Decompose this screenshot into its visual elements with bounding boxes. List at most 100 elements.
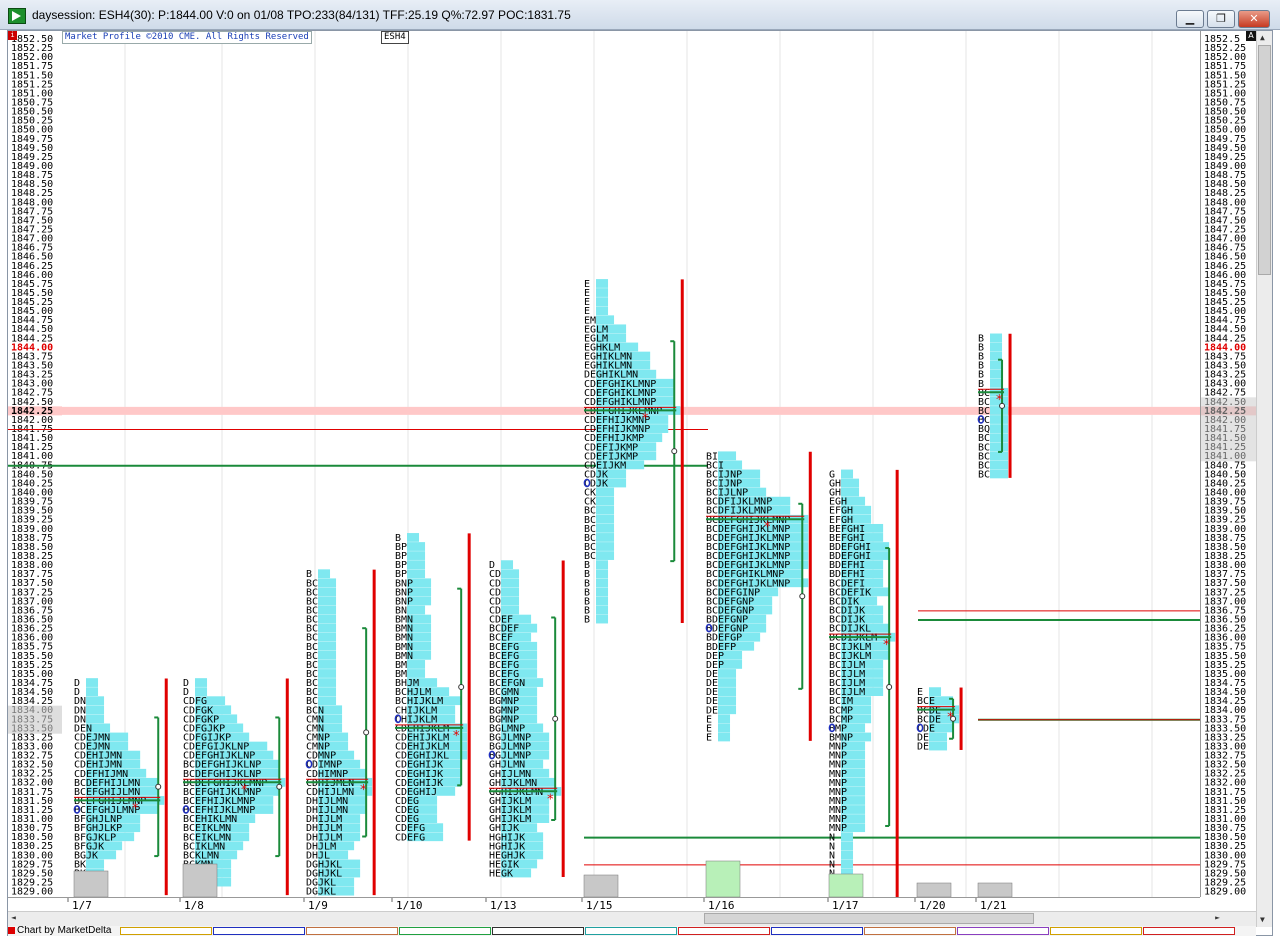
session-mid-marker bbox=[671, 448, 678, 455]
volume-bar-2 bbox=[583, 874, 619, 897]
profile-histogram-bar bbox=[596, 596, 609, 606]
horizontal-scrollbar[interactable]: ◄ ► bbox=[8, 911, 1256, 926]
status-tab[interactable] bbox=[120, 927, 212, 935]
profile-session-1-16: BIBCIBCIJNPBCIJNPBCIJLNPBCDFIJKLMNPBCDFI… bbox=[705, 451, 812, 743]
profile-histogram-bar bbox=[318, 632, 337, 642]
profile-histogram-bar bbox=[990, 378, 1003, 388]
volume-bar-1 bbox=[182, 863, 218, 897]
session-mid-marker bbox=[799, 593, 806, 600]
status-tab[interactable] bbox=[1050, 927, 1142, 935]
profile-histogram-bar bbox=[501, 596, 520, 606]
profile-histogram-bar bbox=[841, 859, 854, 869]
status-tab[interactable] bbox=[399, 927, 491, 935]
profile-histogram-bar bbox=[990, 369, 1003, 379]
profile-histogram-bar bbox=[841, 469, 854, 479]
volume-bar-6 bbox=[977, 882, 1013, 897]
horizontal-scroll-thumb[interactable] bbox=[704, 913, 1034, 924]
profile-histogram-bar bbox=[596, 279, 609, 288]
profile-histogram-bar bbox=[407, 660, 426, 669]
single-print-star: * bbox=[996, 393, 1003, 408]
tpo-letters: DE bbox=[917, 742, 929, 753]
profile-histogram-bar bbox=[596, 505, 615, 515]
profile-histogram-bar bbox=[718, 705, 737, 715]
profile-histogram-bar bbox=[318, 669, 337, 678]
profile-histogram-bar bbox=[718, 669, 737, 678]
profile-histogram-bar bbox=[318, 578, 337, 588]
profile-histogram-bar bbox=[596, 288, 609, 297]
profile-histogram-bar bbox=[501, 605, 520, 615]
symbol-tag[interactable]: ESH4 bbox=[381, 31, 409, 44]
status-tab[interactable] bbox=[585, 927, 677, 935]
status-tab[interactable] bbox=[678, 927, 770, 935]
scroll-down-icon[interactable]: ▼ bbox=[1260, 916, 1265, 924]
status-tab[interactable] bbox=[864, 927, 956, 935]
status-tab[interactable] bbox=[1143, 927, 1235, 935]
profile-histogram-bar bbox=[407, 605, 426, 615]
status-tab[interactable] bbox=[771, 927, 863, 935]
info-corner-icon[interactable]: i bbox=[8, 31, 17, 40]
status-bar: Chart by MarketDelta bbox=[8, 926, 1256, 936]
vertical-scroll-thumb[interactable] bbox=[1258, 45, 1271, 275]
status-tab[interactable] bbox=[306, 927, 398, 935]
profile-histogram-bar bbox=[501, 569, 520, 579]
volume-bar-5 bbox=[916, 882, 952, 897]
tpo-letters: DGJKL bbox=[306, 887, 336, 897]
profile-histogram-bar bbox=[596, 496, 615, 506]
profile-histogram-bar bbox=[596, 578, 609, 588]
profile-histogram-bar bbox=[990, 442, 1009, 452]
status-tab[interactable] bbox=[492, 927, 584, 935]
market-profile-chart[interactable]: 1852.50 1852.25 1852.00 1851.75 1851.50 1851.… bbox=[8, 31, 1200, 897]
date-axis-canvas: 1/7 1/8 1/9 1/10 1/13 1/15 1/16 1/17 1/20 1/21 bbox=[67, 898, 1007, 912]
profile-histogram-bar bbox=[407, 560, 426, 570]
status-tab[interactable] bbox=[213, 927, 305, 935]
price-label: 1829.00 bbox=[11, 887, 53, 897]
single-print-star: * bbox=[453, 729, 460, 744]
profile-histogram-bar bbox=[501, 578, 520, 588]
right-price-axis[interactable]: 1852.5 1852.25 1852.00 1851.75 1851.50 1851.2… bbox=[1200, 31, 1257, 897]
profile-histogram-bar bbox=[596, 551, 615, 560]
session-mid-marker bbox=[552, 715, 559, 722]
profile-chart-canvas: 1852.501852.251852.001851.751851.501851.… bbox=[8, 31, 1200, 897]
profile-histogram-bar bbox=[596, 315, 615, 325]
scroll-up-icon[interactable]: ▲ bbox=[1260, 34, 1265, 42]
single-print-star: * bbox=[360, 783, 367, 798]
minimize-button[interactable]: ▁ bbox=[1176, 10, 1204, 28]
profile-histogram-bar bbox=[841, 487, 860, 497]
vertical-scrollbar[interactable]: ▲ ▼ bbox=[1256, 31, 1272, 927]
session-mid-marker bbox=[363, 729, 370, 736]
status-tab[interactable] bbox=[957, 927, 1049, 935]
window-title: daysession: ESH4(30): P:1844.00 V:0 on 0… bbox=[32, 8, 571, 22]
profile-histogram-bar bbox=[407, 669, 426, 678]
profile-session-1-7: DDDNDNDNDENCDEJMNCDEJMNCDEHIJMNCDEHIJMNC… bbox=[73, 678, 168, 897]
profile-histogram-bar bbox=[990, 360, 1003, 370]
profile-histogram-bar bbox=[990, 415, 1009, 424]
profile-histogram-bar bbox=[596, 605, 609, 615]
session-mid-marker bbox=[155, 783, 162, 790]
profile-histogram-bar bbox=[407, 542, 426, 551]
window-titlebar: daysession: ESH4(30): P:1844.00 V:0 on 0… bbox=[0, 0, 1280, 30]
profile-histogram-bar bbox=[318, 650, 337, 660]
app-chart-icon bbox=[8, 8, 26, 24]
right-axis-shade bbox=[1201, 397, 1257, 462]
scroll-right-icon[interactable]: ► bbox=[1215, 913, 1220, 922]
tpo-letters: CDEFG bbox=[395, 832, 425, 843]
close-button[interactable]: ✕ bbox=[1238, 10, 1270, 28]
session-mid-marker bbox=[458, 684, 465, 691]
profile-histogram-bar bbox=[596, 560, 609, 570]
single-print-star: * bbox=[547, 792, 554, 807]
profile-histogram-bar bbox=[86, 678, 99, 687]
copyright-notice: Market Profile ©2010 CME. All Rights Res… bbox=[62, 31, 312, 44]
profile-histogram-bar bbox=[318, 587, 337, 597]
profile-histogram-bar bbox=[718, 732, 731, 742]
profile-histogram-bar bbox=[596, 523, 615, 533]
maximize-button[interactable]: ❐ bbox=[1207, 10, 1235, 28]
volume-bar-4 bbox=[828, 873, 864, 897]
volume-bar-3 bbox=[705, 860, 741, 897]
profile-histogram-bar bbox=[596, 533, 615, 542]
profile-histogram-bar bbox=[596, 569, 609, 579]
profile-histogram-bar bbox=[596, 297, 609, 306]
scroll-left-icon[interactable]: ◄ bbox=[11, 913, 16, 922]
status-caption: Chart by MarketDelta bbox=[8, 926, 111, 936]
profile-histogram-bar bbox=[407, 551, 426, 560]
profile-histogram-bar bbox=[990, 342, 1003, 352]
